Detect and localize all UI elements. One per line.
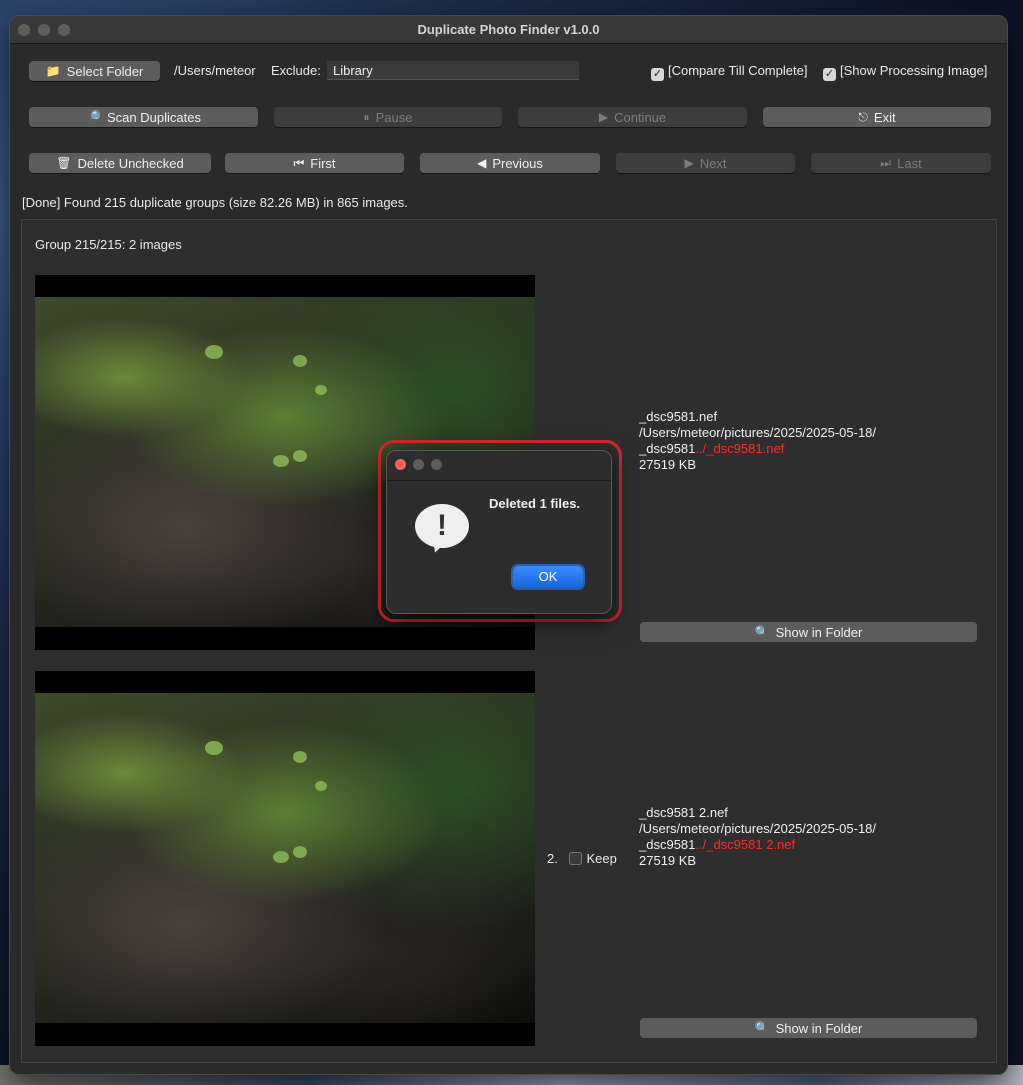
pause-button[interactable]: ⏸ Pause bbox=[274, 107, 502, 127]
file-size: 27519 KB bbox=[639, 853, 697, 868]
file-path: /Users/meteor/pictures/2025/2025-05-18/ bbox=[639, 821, 877, 836]
dialog-zoom-button bbox=[431, 459, 442, 470]
skip-first-icon: ⏮ bbox=[293, 156, 305, 170]
filename: _dsc9581 2.nef bbox=[639, 805, 728, 820]
folder-icon: 📁 bbox=[45, 64, 61, 78]
select-folder-button[interactable]: 📁 Select Folder bbox=[29, 61, 160, 81]
file-size: 27519 KB bbox=[639, 457, 697, 472]
exclude-label: Exclude: bbox=[271, 63, 321, 78]
close-window-button[interactable] bbox=[18, 24, 30, 36]
photo-preview-2 bbox=[35, 671, 535, 1046]
trash-icon: 🗑 bbox=[56, 156, 72, 170]
alert-dialog: ! Deleted 1 files. OK bbox=[386, 450, 612, 614]
checkmark-icon: ✓ bbox=[651, 68, 664, 81]
show-in-folder-button[interactable]: 🔍 Show in Folder bbox=[640, 622, 977, 642]
file-info-1: _dsc9581.nef /Users/meteor/pictures/2025… bbox=[639, 409, 876, 473]
continue-button[interactable]: ▶ Continue bbox=[518, 107, 747, 127]
file-short-path: _dsc9581../_dsc9581.nef bbox=[639, 441, 785, 456]
last-button[interactable]: ⏭ Last bbox=[811, 153, 991, 173]
delete-unchecked-button[interactable]: 🗑 Delete Unchecked bbox=[29, 153, 211, 173]
show-processing-image-checkbox[interactable]: ✓ [Show Processing Image] bbox=[823, 63, 987, 81]
minimize-window-button[interactable] bbox=[38, 24, 50, 36]
window-title: Duplicate Photo Finder v1.0.0 bbox=[417, 22, 600, 37]
compare-till-complete-checkbox[interactable]: ✓ [Compare Till Complete] bbox=[651, 63, 807, 81]
dialog-close-button[interactable] bbox=[395, 459, 406, 470]
folder-path: /Users/meteor bbox=[174, 63, 256, 78]
play-icon: ▶ bbox=[598, 110, 609, 124]
exclamation-bubble-icon: ! bbox=[415, 504, 469, 548]
window-controls bbox=[18, 24, 70, 36]
exit-icon: ⎋ bbox=[858, 110, 868, 124]
previous-button[interactable]: ◀ Previous bbox=[420, 153, 600, 173]
keep-checkbox[interactable]: Keep bbox=[569, 851, 617, 866]
window-titlebar: Duplicate Photo Finder v1.0.0 bbox=[10, 16, 1007, 44]
group-header: Group 215/215: 2 images bbox=[35, 237, 182, 252]
filename: _dsc9581.nef bbox=[639, 409, 718, 424]
scan-duplicates-button[interactable]: 🔎 Scan Duplicates bbox=[29, 107, 258, 127]
file-short-path: _dsc9581../_dsc9581 2.nef bbox=[639, 837, 796, 852]
dialog-window-controls bbox=[395, 459, 442, 470]
triangle-left-icon: ◀ bbox=[477, 156, 487, 170]
keep-control-2: 2. Keep bbox=[547, 851, 617, 866]
exclude-input[interactable]: Library bbox=[327, 61, 579, 80]
magnifier-icon: 🔎 bbox=[86, 110, 101, 124]
triangle-right-icon: ▶ bbox=[684, 156, 694, 170]
pause-icon: ⏸ bbox=[363, 110, 370, 124]
dialog-minimize-button bbox=[413, 459, 424, 470]
ok-button[interactable]: OK bbox=[513, 566, 583, 588]
checkmark-icon: ✓ bbox=[823, 68, 836, 81]
item-index: 2. bbox=[547, 851, 558, 866]
dialog-message: Deleted 1 files. bbox=[489, 496, 581, 511]
file-path: /Users/meteor/pictures/2025/2025-05-18/ bbox=[639, 425, 877, 440]
next-button[interactable]: ▶ Next bbox=[616, 153, 795, 173]
exit-button[interactable]: ⎋ Exit bbox=[763, 107, 991, 127]
status-text: [Done] Found 215 duplicate groups (size … bbox=[22, 195, 408, 210]
magnifier-icon: 🔍 bbox=[754, 1021, 770, 1035]
magnifier-icon: 🔍 bbox=[754, 625, 770, 639]
first-button[interactable]: ⏮ First bbox=[225, 153, 404, 173]
group-panel: Group 215/215: 2 images _dsc9581.nef /Us… bbox=[21, 219, 997, 1063]
file-info-2: _dsc9581 2.nef /Users/meteor/pictures/20… bbox=[639, 805, 876, 869]
show-in-folder-button[interactable]: 🔍 Show in Folder bbox=[640, 1018, 977, 1038]
skip-last-icon: ⏭ bbox=[880, 156, 892, 170]
zoom-window-button[interactable] bbox=[58, 24, 70, 36]
